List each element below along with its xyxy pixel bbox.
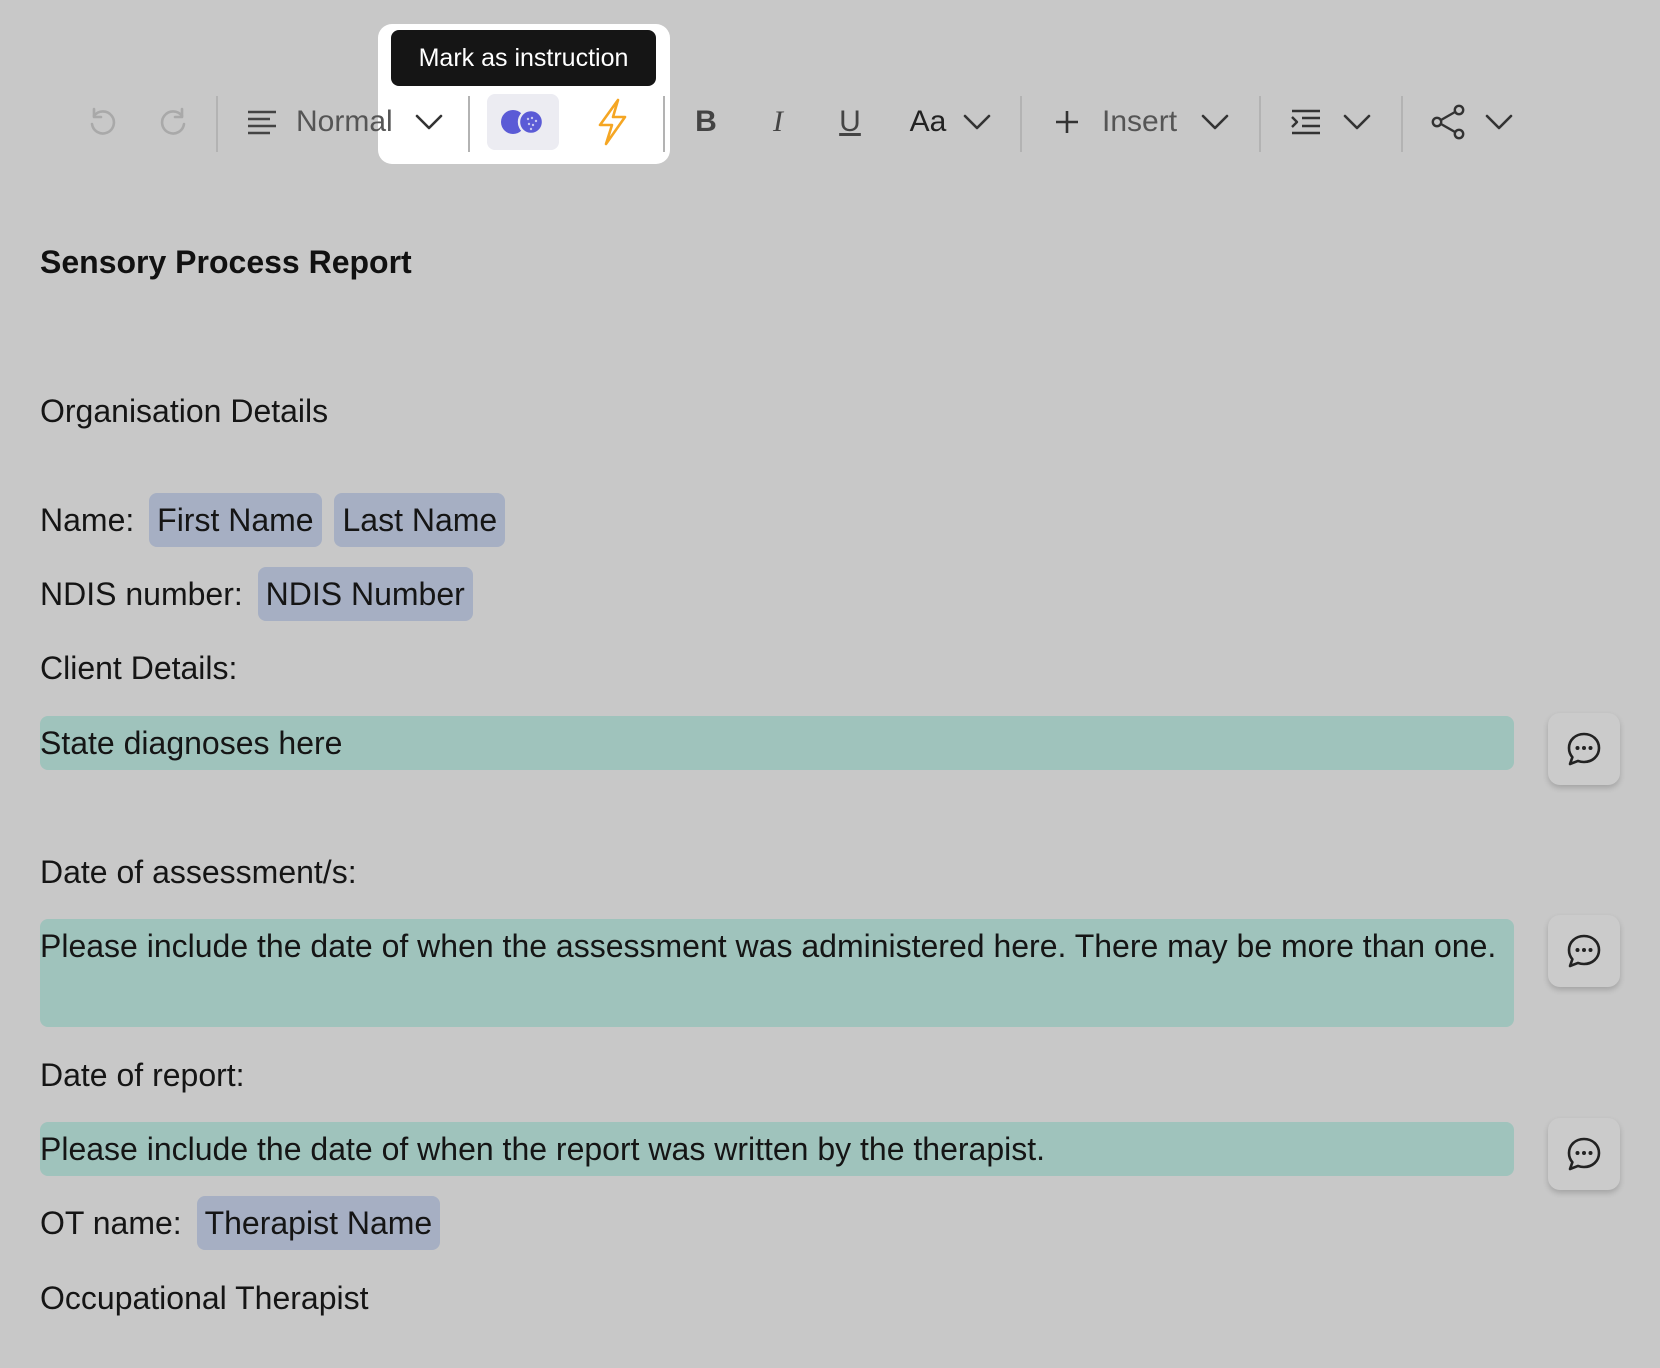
chevron-down-icon [1485,114,1513,130]
paragraph-style-select[interactable]: Normal [296,80,396,164]
name-line: Name: First Name Last Name [40,493,506,547]
toolbar-divider [1259,96,1261,152]
italic-icon: I [773,105,783,138]
share-dropdown[interactable] [1482,80,1516,164]
bold-button[interactable]: B [684,80,728,164]
ot-name-line: OT name: Therapist Name [40,1196,441,1250]
comment-icon [1567,934,1601,968]
comment-button[interactable] [1548,1118,1620,1190]
document-title: Sensory Process Report [40,244,412,280]
share-button[interactable] [1428,80,1468,164]
redo-button[interactable] [154,80,194,164]
toolbar-divider [663,96,665,152]
first-name-chip[interactable]: First Name [149,493,322,547]
ai-action-button[interactable] [567,80,657,164]
paragraph-style-dropdown[interactable] [412,80,446,164]
indent-icon [1291,109,1320,135]
underline-icon: U [839,105,861,138]
font-size-button[interactable]: Aa [900,80,956,164]
chevron-down-icon [963,114,991,130]
toolbar-divider [1020,96,1022,152]
insert-dropdown[interactable] [1198,80,1232,164]
share-icon [1431,104,1465,140]
chevron-down-icon [1343,114,1371,130]
bold-icon: B [695,105,717,138]
mark-instruction-icon [501,108,545,136]
chevron-down-icon [415,114,443,130]
therapist-name-chip[interactable]: Therapist Name [196,1196,441,1250]
toolbar-divider [216,96,218,152]
mark-as-instruction-tooltip: Mark as instruction [391,30,656,86]
toolbar-divider [1401,96,1403,152]
comment-icon [1567,732,1601,766]
undo-button[interactable] [82,80,122,164]
ndis-line: NDIS number: NDIS Number [40,567,473,621]
instruction-block[interactable]: Please include the date of when the asse… [40,919,1514,1027]
comment-button[interactable] [1548,713,1620,785]
mark-as-instruction-button[interactable] [487,94,559,150]
underline-button[interactable]: U [828,80,872,164]
comment-icon [1567,1137,1601,1171]
italic-button[interactable]: I [756,80,800,164]
insert-label: Insert [1102,105,1178,138]
redo-icon [160,107,186,135]
font-size-label: Aa [909,105,947,138]
ot-role-text: Occupational Therapist [40,1280,369,1316]
name-label: Name: [40,502,135,538]
indent-dropdown[interactable] [1340,80,1374,164]
font-size-dropdown[interactable] [960,80,994,164]
chevron-down-icon [1201,114,1229,130]
insert-button[interactable]: Insert [1102,80,1182,164]
toolbar-divider [468,96,470,152]
date-of-assessment-label: Date of assessment/s: [40,854,357,890]
last-name-chip[interactable]: Last Name [334,493,506,547]
ot-name-label: OT name: [40,1205,182,1241]
undo-icon [90,107,116,135]
instruction-block[interactable]: State diagnoses here [40,716,1514,770]
editor-toolbar: Normal B I U Aa Insert [0,80,1660,164]
paragraph-style-icon [244,80,280,164]
org-details-heading: Organisation Details [40,393,329,429]
ndis-number-chip[interactable]: NDIS Number [257,567,473,621]
paragraph-style-label: Normal [296,105,393,138]
editor-page: Mark as instruction Normal B I U Aa Inse… [0,0,1660,1368]
ndis-label: NDIS number: [40,576,243,612]
plus-icon [1052,80,1082,164]
indent-button[interactable] [1288,80,1324,164]
instruction-block[interactable]: Please include the date of when the repo… [40,1122,1514,1176]
date-of-report-label: Date of report: [40,1057,245,1093]
lightning-icon [598,98,627,146]
comment-button[interactable] [1548,915,1620,987]
client-details-label: Client Details: [40,650,238,686]
